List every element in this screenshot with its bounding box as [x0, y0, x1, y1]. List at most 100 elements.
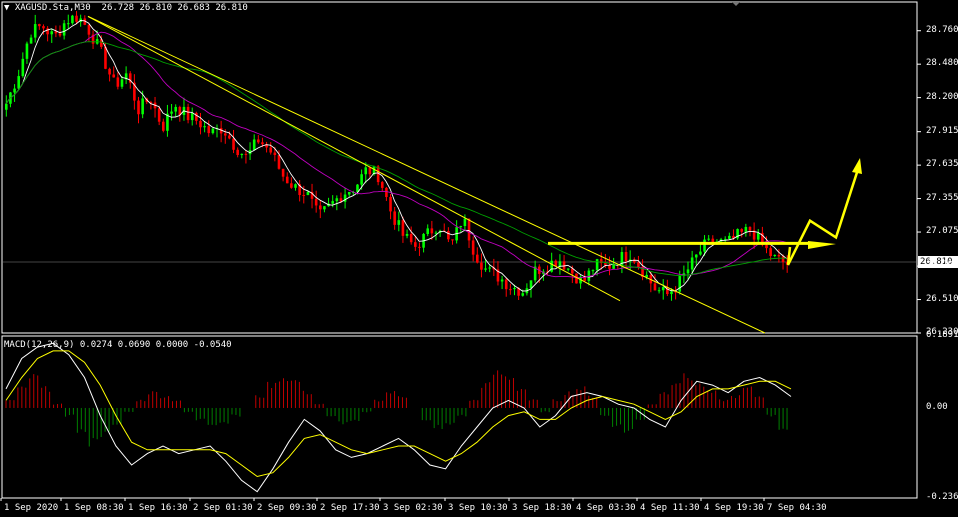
candle-body — [29, 37, 33, 44]
projection-arrow — [786, 168, 860, 266]
candle-body — [513, 288, 516, 290]
time-tick-label: 4 Sep 19:30 — [704, 503, 764, 513]
trendline — [87, 15, 766, 334]
candle-body — [170, 111, 173, 114]
candle-body — [141, 98, 144, 115]
candle-body — [157, 108, 161, 122]
candle-body — [199, 120, 202, 128]
candle-body — [459, 226, 463, 228]
macd-header: MACD(12,26,9) 0.0274 0.0690 0.0000 -0.05… — [4, 340, 232, 350]
time-tick-label: 2 Sep 09:30 — [257, 503, 317, 513]
candle-body — [694, 254, 698, 258]
candle-body — [471, 240, 475, 255]
candle-body — [17, 76, 20, 89]
candle-body — [33, 24, 37, 38]
candle-body — [484, 268, 487, 270]
candle-body — [21, 58, 25, 77]
time-tick-label: 3 Sep 18:30 — [512, 503, 572, 513]
time-tick-label: 2 Sep 17:30 — [320, 503, 380, 513]
candle-body — [331, 201, 334, 204]
price-tick-label: 26.790 — [926, 260, 958, 271]
candle-body — [591, 270, 595, 272]
ma-mid-line — [5, 31, 788, 279]
price-tick-label: 28.760 — [926, 24, 958, 35]
candle-body — [637, 262, 640, 267]
candle-body — [186, 106, 190, 121]
candle-body — [174, 106, 177, 112]
candle-body — [765, 245, 768, 249]
candle-body — [137, 100, 140, 115]
candle-body — [62, 23, 66, 36]
macd-pane-border — [1, 335, 918, 499]
time-tick-label: 3 Sep 02:30 — [383, 503, 443, 513]
candle-body — [228, 135, 231, 139]
candle-body — [244, 153, 248, 155]
collapse-arrow-icon[interactable]: ▼ — [4, 3, 15, 13]
candle-body — [273, 152, 277, 156]
candle-body — [285, 176, 289, 184]
scroll-marker-icon — [732, 2, 740, 6]
price-pane-border — [1, 1, 918, 334]
candle-body — [290, 183, 293, 188]
candle-body — [624, 252, 628, 262]
candle-body — [306, 191, 310, 196]
candle-body — [401, 220, 405, 236]
candle-body — [405, 233, 409, 236]
candle-body — [314, 198, 318, 206]
price-tick-label: 27.915 — [926, 125, 958, 136]
candle-body — [699, 251, 702, 255]
candle-body — [195, 112, 198, 121]
trendline — [87, 15, 621, 302]
candle-body — [240, 153, 244, 156]
candle-body — [504, 279, 508, 290]
candle-body — [203, 126, 206, 128]
candle-body — [773, 254, 777, 256]
candle-body — [558, 261, 562, 267]
candle-body — [42, 26, 45, 29]
candle-body — [38, 24, 41, 27]
candle-body — [434, 232, 438, 234]
ohlc-values: 26.728 26.810 26.683 26.810 — [101, 3, 248, 13]
candle-body — [5, 103, 8, 110]
candle-body — [162, 121, 165, 131]
price-tick-label: 28.200 — [926, 91, 958, 102]
candle-body — [112, 74, 116, 78]
time-tick-label: 1 Sep 2020 — [4, 503, 59, 513]
price-tick-label: 28.480 — [926, 58, 958, 69]
candle-body — [686, 269, 690, 274]
candle-body — [463, 218, 467, 227]
candle-body — [703, 239, 706, 252]
candle-body — [670, 291, 673, 295]
candle-body — [13, 88, 16, 93]
ma-fast-line — [5, 20, 788, 292]
candle-body — [368, 167, 372, 175]
candle-body — [480, 262, 483, 270]
candle-body — [521, 293, 525, 296]
trading-chart-window: ▼ XAGUSD.Sta,M30 26.728 26.810 26.683 26… — [0, 0, 958, 517]
candle-body — [393, 211, 396, 225]
candle-body — [116, 77, 120, 87]
candle-body — [756, 232, 760, 240]
candle-body — [707, 238, 710, 240]
candle-body — [364, 167, 368, 175]
candle-body — [740, 229, 744, 232]
candle-body — [488, 267, 491, 269]
candle-body — [58, 33, 62, 36]
symbol-timeframe: XAGUSD.Sta,M30 — [14, 3, 91, 13]
ma-slow-line — [5, 41, 787, 276]
time-tick-label: 4 Sep 03:30 — [576, 503, 636, 513]
candle-body — [748, 226, 752, 231]
candle-body — [595, 259, 599, 271]
candle-body — [302, 195, 306, 197]
candle-body — [385, 187, 388, 198]
candle-body — [104, 46, 107, 69]
candle-body — [509, 289, 512, 291]
price-tick-label: 27.075 — [926, 226, 958, 237]
chart-canvas[interactable] — [0, 0, 958, 517]
price-tick-label: 27.635 — [926, 159, 958, 170]
time-tick-label: 2 Sep 01:30 — [193, 503, 253, 513]
candle-body — [190, 112, 194, 121]
candle-body — [678, 276, 682, 292]
candle-body — [587, 270, 591, 281]
candle-body — [612, 264, 615, 269]
